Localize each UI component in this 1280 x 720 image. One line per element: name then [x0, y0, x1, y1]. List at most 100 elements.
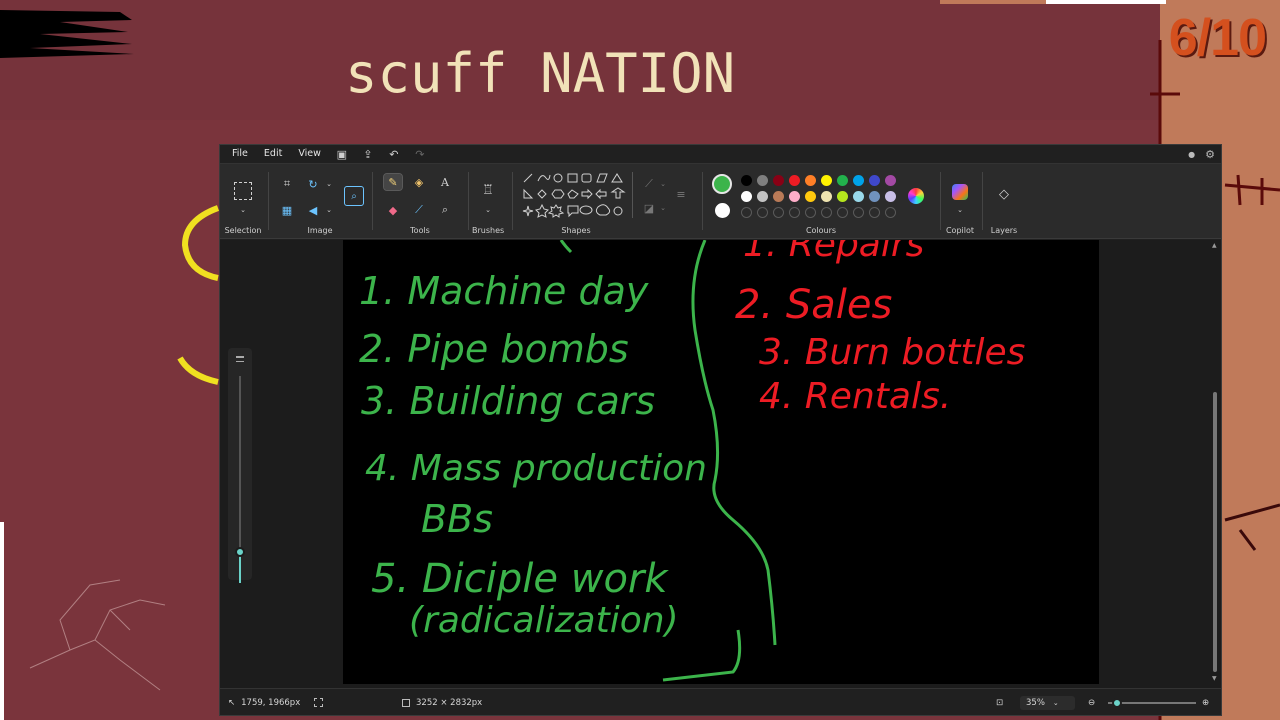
palette-swatch[interactable]: [805, 175, 816, 186]
primary-color-swatch[interactable]: [712, 174, 732, 194]
custom-color-slot[interactable]: [789, 207, 800, 218]
chevron-down-icon[interactable]: ⌄: [951, 202, 969, 218]
palette-swatch[interactable]: [837, 191, 848, 202]
palette-swatch[interactable]: [869, 191, 880, 202]
text-icon[interactable]: A: [436, 174, 454, 190]
edit-colors-wheel-icon[interactable]: [908, 188, 924, 204]
zoom-out-icon[interactable]: ⊖: [1088, 698, 1095, 708]
zoom-in-icon[interactable]: ⊕: [1202, 698, 1209, 708]
custom-color-slot[interactable]: [757, 207, 768, 218]
size-icon[interactable]: ≡: [672, 186, 690, 202]
copilot-icon[interactable]: [952, 184, 968, 200]
fit-window-icon[interactable]: ⊡: [996, 698, 1003, 708]
fill-bucket-icon[interactable]: ◈: [410, 174, 428, 190]
ribbon: ⌄ Selection ⌗ ↻ ⌄ ⌕ ▦ ◀ ⌄ Image ✎ ◈ A ◆ …: [220, 163, 1221, 239]
palette-swatch[interactable]: [837, 175, 848, 186]
palette-swatch[interactable]: [757, 175, 768, 186]
share-icon[interactable]: ⇪: [355, 145, 381, 163]
palette-swatch[interactable]: [869, 175, 880, 186]
zoom-slider-thumb[interactable]: [1112, 697, 1122, 708]
pencil-icon[interactable]: ✎: [383, 173, 403, 191]
custom-color-slot[interactable]: [837, 207, 848, 218]
colours-label: Colours: [805, 226, 837, 235]
chevron-down-icon[interactable]: ⌄: [234, 202, 252, 218]
left-item-1: 1. Machine day: [359, 269, 649, 313]
undo-icon[interactable]: ↶: [381, 145, 407, 163]
palette-swatch[interactable]: [789, 191, 800, 202]
left-item-4-cont: BBs: [421, 497, 493, 541]
chevron-down-icon[interactable]: ⌄: [654, 176, 672, 192]
menu-edit[interactable]: Edit: [256, 145, 290, 163]
colours-group: Colours: [706, 164, 936, 240]
palette-swatch[interactable]: [741, 191, 752, 202]
redo-icon[interactable]: ↷: [407, 145, 433, 163]
image-search-icon[interactable]: ⌕: [344, 186, 364, 206]
eraser-icon[interactable]: ◆: [384, 202, 402, 218]
palette-swatch[interactable]: [853, 175, 864, 186]
custom-color-slot[interactable]: [805, 207, 816, 218]
magnifier-icon[interactable]: ⌕: [436, 202, 454, 218]
drawing-canvas[interactable]: 1. Machine day 2. Pipe bombs 3. Building…: [343, 240, 1099, 684]
chevron-down-icon[interactable]: ⌄: [479, 202, 497, 218]
zoom-slider[interactable]: [1108, 689, 1196, 716]
settings-gear-icon[interactable]: ⚙: [1205, 148, 1215, 161]
palette-swatch[interactable]: [773, 191, 784, 202]
shapes-gallery[interactable]: [522, 172, 630, 220]
custom-color-slot[interactable]: [885, 207, 896, 218]
palette-swatch[interactable]: [821, 175, 832, 186]
image-label: Image: [307, 226, 333, 235]
account-icon[interactable]: ●: [1188, 150, 1195, 159]
remove-background-icon[interactable]: ▦: [278, 202, 296, 218]
palette-swatch[interactable]: [821, 191, 832, 202]
palette-swatch[interactable]: [741, 175, 752, 186]
zoom-dropdown[interactable]: 35% ⌄: [1020, 689, 1075, 716]
selection-group: ⌄ Selection: [220, 164, 266, 240]
color-picker-icon[interactable]: ⟋: [410, 202, 428, 218]
brushes-group: ♖ ⌄ Brushes: [472, 164, 504, 240]
custom-color-slot[interactable]: [821, 207, 832, 218]
zoom-out[interactable]: ⊖: [1088, 689, 1095, 716]
chevron-down-icon[interactable]: ⌄: [1053, 699, 1059, 707]
tools-label: Tools: [410, 226, 430, 235]
save-icon[interactable]: ▣: [329, 145, 355, 163]
right-item-3: 3. Burn bottles: [759, 332, 1025, 373]
palette-swatch[interactable]: [757, 191, 768, 202]
custom-color-slot[interactable]: [869, 207, 880, 218]
zoom-in[interactable]: ⊕: [1202, 689, 1209, 716]
chevron-down-icon[interactable]: ⌄: [320, 176, 338, 192]
menu-file[interactable]: File: [224, 145, 256, 163]
brush-size-slider[interactable]: [228, 348, 252, 583]
custom-color-slot[interactable]: [741, 207, 752, 218]
scrollbar-thumb[interactable]: [1213, 392, 1217, 672]
divider: [702, 172, 703, 230]
brush-icon[interactable]: ♖: [479, 182, 497, 198]
palette-swatch[interactable]: [805, 191, 816, 202]
cursor-position-value: 1759, 1966px: [241, 697, 301, 708]
layers-icon[interactable]: ◇: [995, 186, 1013, 202]
layers-group: ◇ Layers: [986, 164, 1022, 240]
slider-thumb[interactable]: [235, 547, 245, 557]
tools-group: ✎ ◈ A ◆ ⟋ ⌕ Tools: [376, 164, 464, 240]
custom-color-slot[interactable]: [853, 207, 864, 218]
palette-swatch[interactable]: [789, 175, 800, 186]
layers-label: Layers: [990, 226, 1018, 235]
shapes-group: ⟋ ⌄ ◪ ⌄ ≡ Shapes: [516, 164, 696, 240]
vertical-scrollbar[interactable]: ▲ ▼: [1211, 240, 1219, 684]
fit-to-window[interactable]: ⊡: [996, 689, 1003, 716]
palette-swatch[interactable]: [773, 175, 784, 186]
divider: [512, 172, 513, 230]
zoom-value[interactable]: 35%: [1020, 695, 1075, 710]
palette-swatch[interactable]: [853, 191, 864, 202]
crop-icon[interactable]: ⌗: [278, 176, 296, 192]
custom-color-slot[interactable]: [773, 207, 784, 218]
palette-swatch[interactable]: [885, 175, 896, 186]
secondary-color-swatch[interactable]: [715, 203, 730, 218]
chevron-down-icon[interactable]: ⌄: [320, 202, 338, 218]
menu-bar: File Edit View ▣ ⇪ ↶ ↷ ● ⚙: [220, 145, 1221, 163]
cursor-arrow-icon: ↖: [228, 697, 236, 708]
selection-rect-icon[interactable]: [234, 182, 252, 200]
color-palette: [741, 175, 901, 223]
menu-view[interactable]: View: [290, 145, 329, 163]
chevron-down-icon[interactable]: ⌄: [654, 200, 672, 216]
palette-swatch[interactable]: [885, 191, 896, 202]
